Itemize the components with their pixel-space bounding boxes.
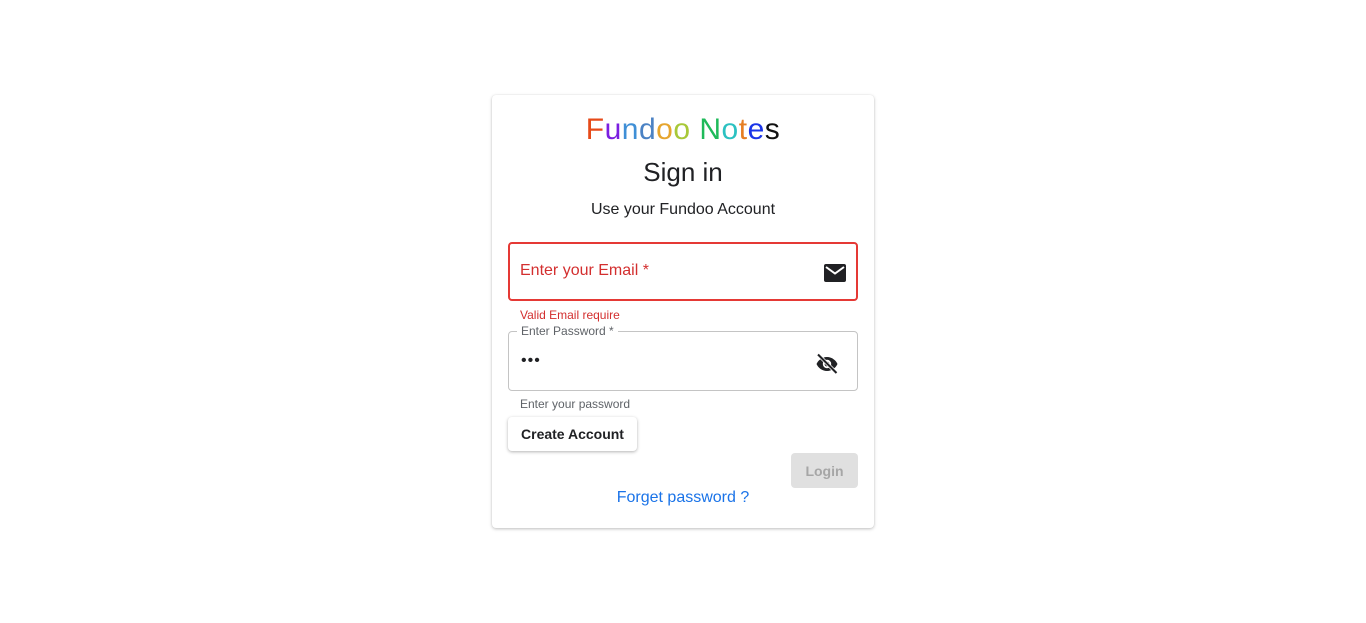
password-field-label: Enter Password * — [517, 324, 618, 338]
page-subtitle: Use your Fundoo Account — [590, 201, 776, 218]
logo-letter: s — [764, 113, 781, 146]
email-error-text: Valid Email require — [520, 308, 620, 322]
logo-letter: n — [621, 113, 639, 146]
password-helper-text: Enter your password — [520, 397, 631, 411]
logo-letter: o — [656, 113, 674, 146]
page-title: Sign in — [643, 157, 723, 187]
email-field[interactable]: Enter your Email * — [508, 242, 858, 301]
logo-letter — [691, 111, 700, 149]
password-field[interactable]: Enter Password * ••• — [508, 324, 858, 391]
create-account-button[interactable]: Create Account — [508, 417, 637, 451]
login-button[interactable]: Login — [791, 453, 858, 488]
password-value: ••• — [521, 352, 541, 369]
logo-letter: N — [699, 113, 722, 146]
email-field-label: Enter your Email * — [520, 262, 649, 279]
visibility-off-icon[interactable] — [815, 352, 839, 376]
logo-letter: F — [585, 113, 605, 146]
logo-letter: u — [604, 113, 622, 146]
logo-letter: t — [738, 113, 748, 146]
app-logo: Fundoo Notes — [492, 111, 874, 149]
mail-icon — [824, 264, 846, 282]
signin-card: Fundoo Notes Sign in Use your Fundoo Acc… — [492, 95, 874, 528]
logo-letter: o — [721, 113, 739, 146]
logo-letter: o — [673, 113, 691, 146]
logo-letter: e — [747, 113, 765, 146]
forgot-password-link[interactable]: Forget password ? — [492, 489, 874, 507]
logo-letter: d — [638, 113, 657, 146]
